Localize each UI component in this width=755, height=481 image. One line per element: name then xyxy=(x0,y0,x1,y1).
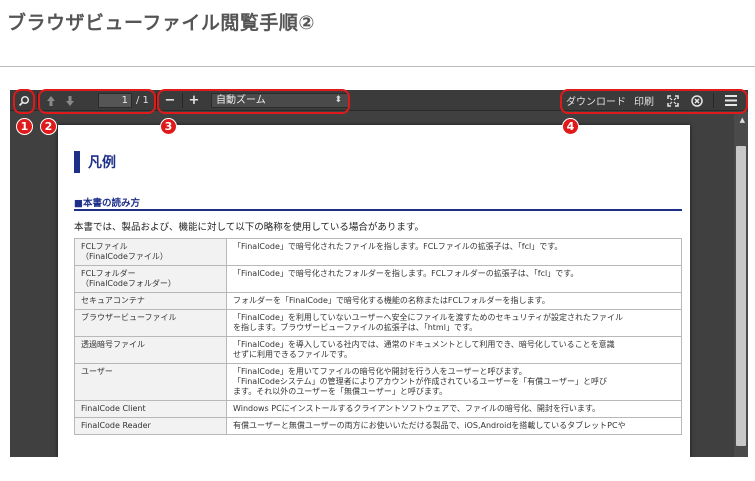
terms-table: FCLファイル （FinalCodeファイル） 「FinalCode」で暗号化された… xyxy=(74,238,682,435)
description-cell: 有償ユーザーと無償ユーザーの両方にお使いいただける製品で、iOS,Android… xyxy=(226,417,682,435)
intro-text: 本書では、製品および、機能に対して以下の略称を使用している場合があります。 xyxy=(74,222,424,233)
highlight-page-navigation xyxy=(38,89,156,114)
table-row: FinalCode Client Windows PCにインストールするクライアン… xyxy=(74,400,682,418)
scrollbar-thumb[interactable] xyxy=(736,146,746,446)
subsection-heading: ■本書の読み方 xyxy=(74,198,140,209)
section-heading: 凡例 xyxy=(88,155,116,171)
annotation-badge-3: 3 xyxy=(160,118,177,135)
term-cell: FinalCode Client xyxy=(74,400,227,418)
description-cell: 「FinalCode」で暗号化されたフォルダーを指します。FCLフォルダーの拡張… xyxy=(226,265,682,293)
description-cell: 「FinalCode」を利用していないユーザーへ安全にファイルを渡すためのセキュ… xyxy=(226,309,682,337)
description-cell: フォルダーを「FinalCode」で暗号化する機能の名称またはFCLフォルダーを… xyxy=(226,292,682,310)
term-cell: セキュアコンテナ xyxy=(74,292,227,310)
title-divider xyxy=(0,66,755,67)
annotation-badge-4: 4 xyxy=(562,118,579,135)
term-cell: ユーザー xyxy=(74,363,227,401)
highlight-search xyxy=(13,89,35,114)
description-cell: 「FinalCode」で暗号化されたファイルを指します。FCLファイルの拡張子は… xyxy=(226,238,682,266)
term-cell: 透過暗号ファイル xyxy=(74,336,227,364)
table-row: ブラウザービューファイル 「FinalCode」を利用していないユーザーへ安全にフ… xyxy=(74,309,682,337)
annotation-badge-1: 1 xyxy=(16,118,33,135)
description-cell: Windows PCにインストールするクライアントソフトウェアで、ファイルの暗号… xyxy=(226,400,682,418)
table-row: FinalCode Reader 有償ユーザーと無償ユーザーの両方にお使いいただけ… xyxy=(74,417,682,435)
table-row: 透過暗号ファイル 「FinalCode」を導入している社内では、通常のドキュメント… xyxy=(74,336,682,364)
table-row: ユーザー 「FinalCode」を用いてファイルの暗号化や開封を行う人をユーザーと… xyxy=(74,363,682,401)
page-title: ブラウザビューファイル閲覧手順② xyxy=(7,12,315,34)
table-row: FCLファイル （FinalCodeファイル） 「FinalCode」で暗号化された… xyxy=(74,238,682,266)
scroll-up-arrow-icon[interactable]: ▲ xyxy=(740,116,745,124)
term-cell: FCLフォルダー （FinalCodeフォルダー） xyxy=(74,265,227,293)
term-cell: ブラウザービューファイル xyxy=(74,309,227,337)
table-row: FCLフォルダー （FinalCodeフォルダー） 「FinalCode」で暗号化さ… xyxy=(74,265,682,293)
heading-marker xyxy=(74,151,80,173)
table-row: セキュアコンテナ フォルダーを「FinalCode」で暗号化する機能の名称またはF… xyxy=(74,292,682,310)
description-cell: 「FinalCode」を導入している社内では、通常のドキュメントとして利用でき、… xyxy=(226,336,682,364)
subsection-rule xyxy=(74,209,682,211)
pdf-page: 凡例 ■本書の読み方 本書では、製品および、機能に対して以下の略称を使用している… xyxy=(58,125,690,457)
term-cell: FCLファイル （FinalCodeファイル） xyxy=(74,238,227,266)
pdf-viewer: 1 / 1 − + 自動ズーム ⬍ ダウンロード 印刷 ▲ 凡例 ■本書の読み方… xyxy=(10,90,748,457)
highlight-tools xyxy=(560,89,748,114)
highlight-zoom-controls xyxy=(157,89,350,114)
annotation-badge-2: 2 xyxy=(40,118,57,135)
vertical-scrollbar[interactable] xyxy=(734,112,748,457)
term-cell: FinalCode Reader xyxy=(74,417,227,435)
description-cell: 「FinalCode」を用いてファイルの暗号化や開封を行う人をユーザーと呼びます… xyxy=(226,363,682,401)
